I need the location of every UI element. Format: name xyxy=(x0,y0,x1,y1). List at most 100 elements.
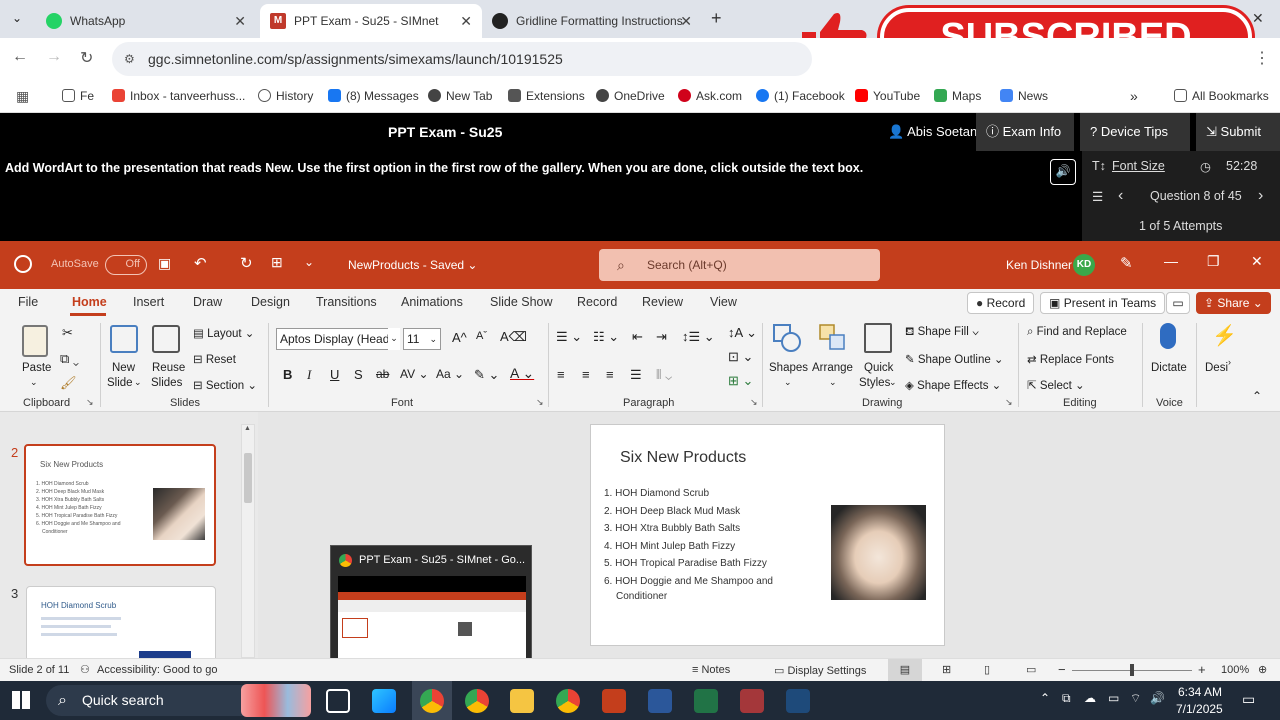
question-list-icon[interactable]: ☰ xyxy=(1092,189,1103,204)
submit-button[interactable]: ⇲ Submit xyxy=(1196,113,1280,151)
tab-simnet[interactable]: M PPT Exam - Su25 - SIMnet ✕ xyxy=(260,4,482,38)
tab-list-chevron-icon[interactable]: ⌄ xyxy=(12,11,22,25)
change-case-icon[interactable]: Aa ⌄ xyxy=(436,367,464,381)
cut-icon[interactable]: ✂ xyxy=(62,325,73,341)
main-slide[interactable]: Six New Products 1. HOH Diamond Scrub 2.… xyxy=(590,424,945,646)
record-button[interactable]: ● Record xyxy=(967,292,1035,314)
italic-icon[interactable]: I xyxy=(307,367,311,383)
tab-animations[interactable]: Animations xyxy=(401,295,463,309)
powerpoint-icon[interactable] xyxy=(602,689,626,713)
present-in-teams-button[interactable]: ▣ Present in Teams xyxy=(1040,292,1166,314)
arrange-label[interactable]: Arrange xyxy=(812,362,853,374)
bookmark-messages[interactable]: (8) Messages xyxy=(328,80,419,113)
quick-styles-dropdown-icon[interactable]: ⌄ xyxy=(889,377,897,388)
slide-photo[interactable] xyxy=(831,505,926,600)
strikethrough-icon[interactable]: ab xyxy=(376,367,389,381)
close-tab-icon[interactable]: ✕ xyxy=(234,13,246,30)
reading-view-icon[interactable]: ▯ xyxy=(984,663,990,676)
notes-button[interactable]: ≡ Notes xyxy=(692,664,730,676)
tray-chevron-icon[interactable]: ⌃ xyxy=(1040,691,1050,705)
tab-review[interactable]: Review xyxy=(642,295,683,309)
reload-icon[interactable]: ↻ xyxy=(80,48,93,68)
shape-outline-button[interactable]: ✎ Shape Outline ⌄ xyxy=(905,352,1004,366)
present-icon[interactable]: ⊞ xyxy=(271,254,283,271)
chrome-icon[interactable] xyxy=(556,689,580,713)
display-settings-button[interactable]: ▭ Display Settings xyxy=(774,664,866,677)
accessibility-status[interactable]: Accessibility: Good to go xyxy=(97,664,217,676)
font-size-link[interactable]: Font Size xyxy=(1112,159,1165,173)
exam-info-button[interactable]: ⓘ Exam Info xyxy=(976,113,1074,151)
underline-icon[interactable]: U xyxy=(330,367,339,382)
notifications-icon[interactable]: ▭ xyxy=(1242,691,1255,708)
windows-start-icon[interactable] xyxy=(12,691,30,709)
text-shadow-icon[interactable]: S xyxy=(354,367,363,382)
prev-question-icon[interactable]: ‹ xyxy=(1118,187,1123,205)
character-spacing-icon[interactable]: AV ⌄ xyxy=(400,367,429,381)
file-explorer-icon[interactable] xyxy=(510,689,534,713)
access-icon[interactable] xyxy=(740,689,764,713)
scrollbar-thumb[interactable] xyxy=(244,453,252,503)
minimize-icon[interactable]: — xyxy=(1164,253,1178,269)
tab-transitions[interactable]: Transitions xyxy=(316,295,377,309)
font-name-chevron-icon[interactable]: ⌄ xyxy=(388,328,400,350)
edge-icon[interactable] xyxy=(372,689,396,713)
microphone-icon[interactable] xyxy=(1160,323,1176,349)
word-icon[interactable] xyxy=(648,689,672,713)
shapes-icon[interactable] xyxy=(772,323,802,353)
zoom-out-icon[interactable]: − xyxy=(1058,662,1066,677)
tab-slide-show[interactable]: Slide Show xyxy=(490,295,553,309)
align-left-icon[interactable]: ≡ xyxy=(557,367,565,382)
bookmark-newtab[interactable]: New Tab xyxy=(428,80,492,113)
slide-sorter-icon[interactable]: ⊞ xyxy=(942,663,951,676)
tray-device-icon[interactable]: ⧉ xyxy=(1062,691,1071,706)
numbering-icon[interactable]: ☷ ⌄ xyxy=(593,329,619,345)
thumbnail-scrollbar[interactable]: ▲ xyxy=(241,424,255,658)
reuse-slides-icon[interactable] xyxy=(152,325,180,353)
site-info-icon[interactable]: ⚙ xyxy=(124,42,135,76)
close-icon[interactable]: ✕ xyxy=(1251,253,1263,270)
back-icon[interactable]: ← xyxy=(12,48,28,66)
bookmark-ask[interactable]: Ask.com xyxy=(678,80,742,113)
forward-icon[interactable]: → xyxy=(46,48,62,66)
shrink-font-icon[interactable]: Aˇ xyxy=(476,330,487,342)
paragraph-launcher-icon[interactable]: ↘ xyxy=(750,397,758,408)
justify-icon[interactable]: ☰ xyxy=(630,367,642,383)
new-slide-label-2[interactable]: Slide xyxy=(107,377,133,389)
arrange-dropdown-icon[interactable]: ⌄ xyxy=(829,377,837,388)
device-tips-button[interactable]: ? Device Tips xyxy=(1080,113,1190,151)
url-field[interactable]: ⚙ ggc.simnetonline.com/sp/assignments/si… xyxy=(112,42,812,76)
tab-draw[interactable]: Draw xyxy=(193,295,222,309)
shapes-dropdown-icon[interactable]: ⌄ xyxy=(784,377,792,388)
chrome-icon[interactable] xyxy=(420,689,444,713)
avatar[interactable]: KD xyxy=(1073,254,1095,276)
onedrive-icon[interactable]: ☁ xyxy=(1084,691,1096,705)
highlight-icon[interactable]: ✎ ⌄ xyxy=(474,367,499,383)
zoom-in-icon[interactable]: + xyxy=(1198,662,1206,677)
clock-time[interactable]: 6:34 AM xyxy=(1178,685,1222,699)
font-size-dropdown[interactable]: 11 ⌄ xyxy=(403,328,441,350)
grow-font-icon[interactable]: A^ xyxy=(452,330,467,345)
file-name[interactable]: NewProducts - Saved ⌄ xyxy=(348,258,477,272)
tab-insert[interactable]: Insert xyxy=(133,295,164,309)
tab-whatsapp[interactable]: WhatsApp ✕ xyxy=(36,4,256,38)
shapes-label[interactable]: Shapes xyxy=(769,362,808,374)
save-icon[interactable]: ▣ xyxy=(158,255,171,272)
new-slide-icon[interactable] xyxy=(110,325,138,353)
slide-thumbnail-3[interactable]: HOH Diamond Scrub xyxy=(26,586,216,667)
dictate-label[interactable]: Dictate xyxy=(1151,362,1187,374)
bookmark-onedrive[interactable]: OneDrive xyxy=(596,80,665,113)
bookmark-maps[interactable]: Maps xyxy=(934,80,981,113)
arrange-icon[interactable] xyxy=(818,323,848,353)
designer-icon[interactable]: ⚡ xyxy=(1212,323,1237,348)
new-slide-dropdown-icon[interactable]: ⌄ xyxy=(134,377,142,388)
bookmark-fe[interactable]: Fe xyxy=(62,80,94,113)
paste-label[interactable]: Paste xyxy=(22,362,51,374)
font-color-icon[interactable]: A ⌄ xyxy=(510,365,534,382)
bookmarks-overflow-icon[interactable]: » xyxy=(1130,80,1138,113)
audio-icon[interactable]: 🔊 xyxy=(1050,159,1076,185)
bookmark-extensions[interactable]: Extensions xyxy=(508,80,585,113)
align-right-icon[interactable]: ≡ xyxy=(606,367,614,382)
select-button[interactable]: ⇱ Select ⌄ xyxy=(1027,378,1085,392)
window-close-icon[interactable]: ✕ xyxy=(1252,10,1264,27)
close-tab-icon[interactable]: ✕ xyxy=(460,13,472,30)
